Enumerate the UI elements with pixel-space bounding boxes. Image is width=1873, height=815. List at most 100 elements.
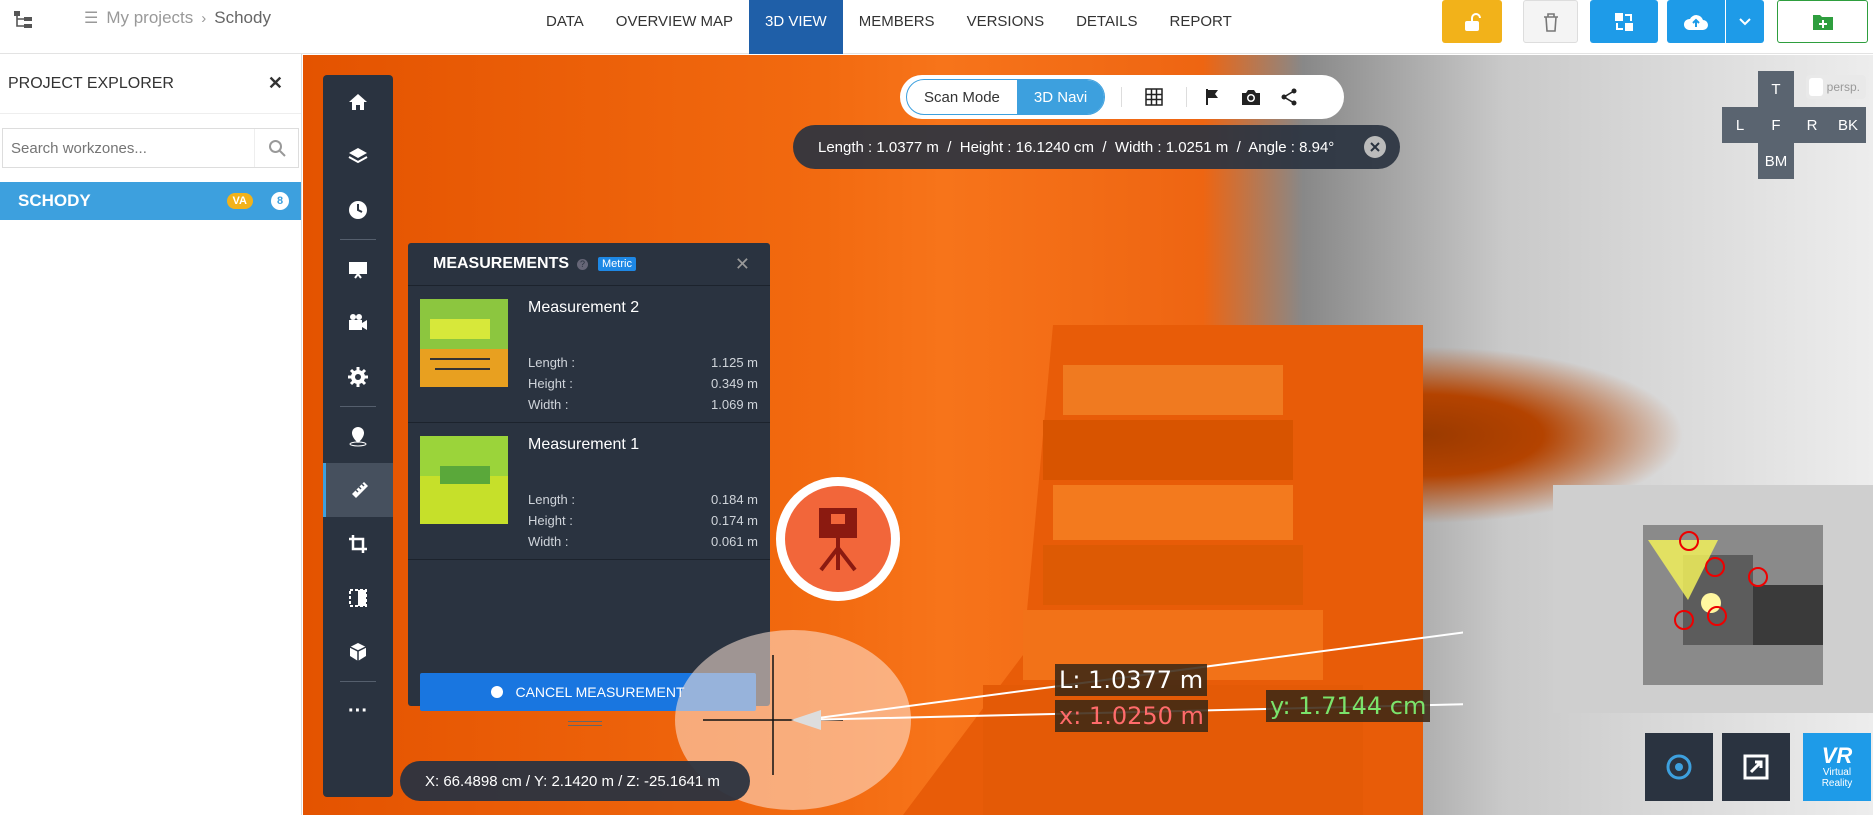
workzone-search-input[interactable] — [3, 139, 254, 157]
mode-toggle: Scan Mode 3D Navi — [906, 79, 1106, 115]
measurement-thumbnail — [420, 436, 508, 524]
vr-label: VR — [1821, 743, 1853, 768]
view-right-button[interactable]: R — [1794, 107, 1830, 143]
workzone-item-schody[interactable]: SCHODY VA 8 — [0, 182, 301, 220]
tripod-scanner-icon — [819, 508, 857, 572]
view-back-button[interactable]: BK — [1830, 107, 1866, 143]
location-pin-icon[interactable] — [323, 409, 393, 463]
breadcrumb-projects-link[interactable]: My projects — [106, 8, 193, 28]
project-explorer: PROJECT EXPLORER ✕ SCHODY VA 8 — [0, 54, 302, 815]
width-label: Width : — [528, 397, 569, 412]
workzone-count: 8 — [271, 192, 289, 210]
measurement-item[interactable]: Measurement 1 Length : 0.184 m Height : 0.… — [408, 423, 770, 560]
share-icon[interactable] — [1273, 81, 1305, 113]
flag-icon[interactable] — [1197, 81, 1229, 113]
tab-members[interactable]: MEMBERS — [843, 0, 951, 54]
orbit-icon — [1666, 754, 1692, 780]
close-icon[interactable]: ✕ — [268, 73, 283, 94]
tab-report[interactable]: REPORT — [1154, 0, 1248, 54]
viewer-toolbar: ··· — [323, 75, 393, 797]
tab-data[interactable]: DATA — [530, 0, 600, 54]
cloud-upload-icon — [1683, 14, 1708, 30]
layers-icon[interactable] — [323, 129, 393, 183]
tab-overview-map[interactable]: OVERVIEW MAP — [600, 0, 749, 54]
vr-sub-label: Reality — [1821, 778, 1853, 789]
chevron-down-icon — [1739, 17, 1751, 25]
gear-icon[interactable] — [323, 350, 393, 404]
menu-icon[interactable]: ☰ — [84, 8, 98, 28]
measurement-readout-text: Length : 1.0377 m / Height : 16.1240 cm … — [818, 138, 1335, 156]
view-mode-toolbar: Scan Mode 3D Navi — [900, 75, 1344, 119]
close-icon[interactable]: ✕ — [735, 254, 750, 275]
delete-button[interactable] — [1523, 0, 1578, 43]
close-icon[interactable] — [1364, 136, 1386, 158]
height-value: 0.349 m — [711, 376, 758, 391]
workzone-name: SCHODY — [18, 191, 91, 210]
minimap[interactable] — [1553, 485, 1873, 713]
upload-dropdown-button[interactable] — [1726, 0, 1764, 43]
add-folder-icon — [1812, 14, 1833, 30]
transfer-button[interactable] — [1590, 0, 1658, 43]
height-label: Height : — [528, 376, 573, 391]
grid-icon[interactable] — [1138, 81, 1170, 113]
measurement-name: Measurement 1 — [528, 436, 640, 453]
record-icon — [491, 686, 504, 698]
tab-3d-view[interactable]: 3D VIEW — [749, 0, 843, 54]
scan-mode-button[interactable]: Scan Mode — [907, 80, 1017, 114]
height-label: Height : — [528, 513, 573, 528]
crop-icon[interactable] — [323, 517, 393, 571]
scanner-position-marker[interactable] — [776, 477, 900, 601]
chevron-right-icon: › — [201, 9, 207, 27]
more-icon[interactable]: ··· — [323, 684, 393, 738]
help-icon[interactable]: ? — [577, 258, 589, 270]
width-value: 1.069 m — [711, 397, 758, 412]
transfer-icon — [1615, 12, 1633, 31]
presentation-icon[interactable] — [323, 242, 393, 296]
fullscreen-button[interactable] — [1722, 733, 1790, 801]
3d-navi-button[interactable]: 3D Navi — [1016, 80, 1105, 114]
workzone-search — [2, 128, 299, 168]
minimap-floorplan — [1553, 485, 1873, 713]
width-value: 0.061 m — [711, 534, 758, 549]
resize-handle[interactable] — [568, 721, 602, 726]
breadcrumb: ☰ My projects › Schody — [84, 8, 271, 28]
tab-details[interactable]: DETAILS — [1060, 0, 1153, 54]
3d-viewport[interactable]: ··· MEASUREMENTS ? Metric ✕ Measurement … — [303, 55, 1873, 815]
project-explorer-title: PROJECT EXPLORER — [8, 74, 174, 92]
perspective-toggle[interactable]: persp. — [1806, 75, 1866, 99]
view-top-button[interactable]: T — [1758, 71, 1794, 107]
x-annotation: x: 1.0250 m — [1055, 700, 1208, 732]
unlock-icon — [1465, 12, 1481, 31]
top-bar: ☰ My projects › Schody DATA OVERVIEW MAP… — [0, 0, 1873, 54]
virtual-reality-button[interactable]: VR Virtual Reality — [1803, 733, 1871, 801]
unlock-button[interactable] — [1442, 0, 1502, 43]
clock-icon[interactable] — [323, 183, 393, 237]
view-left-button[interactable]: L — [1722, 107, 1758, 143]
view-bottom-button[interactable]: BM — [1758, 143, 1794, 179]
width-label: Width : — [528, 534, 569, 549]
measurement-item[interactable]: Measurement 2 Length : 1.125 m Height : 0.… — [408, 286, 770, 423]
compare-icon[interactable] — [323, 571, 393, 625]
search-icon[interactable] — [254, 129, 298, 167]
height-value: 0.174 m — [711, 513, 758, 528]
vr-sub-label: Virtual — [1822, 767, 1852, 778]
video-camera-icon[interactable] — [323, 296, 393, 350]
upload-button[interactable] — [1667, 0, 1725, 43]
add-button[interactable] — [1777, 0, 1868, 43]
camera-icon[interactable] — [1235, 81, 1267, 113]
home-icon[interactable] — [323, 75, 393, 129]
orbit-button[interactable] — [1645, 733, 1713, 801]
cursor-coordinates: X: 66.4898 cm / Y: 2.1420 m / Z: -25.164… — [400, 761, 750, 801]
y-annotation: y: 1.7144 cm — [1266, 690, 1431, 722]
length-label: Length : — [528, 492, 575, 507]
project-tree-icon[interactable] — [12, 8, 36, 32]
cube-icon[interactable] — [323, 625, 393, 679]
main-nav: DATA OVERVIEW MAP 3D VIEW MEMBERS VERSIO… — [530, 0, 1248, 54]
measurements-title: MEASUREMENTS — [433, 255, 570, 272]
ruler-icon[interactable] — [323, 463, 393, 517]
units-badge[interactable]: Metric — [598, 257, 636, 271]
workzone-badge: VA — [226, 193, 253, 209]
view-front-button[interactable]: F — [1758, 107, 1794, 143]
length-value: 1.125 m — [711, 355, 758, 370]
tab-versions[interactable]: VERSIONS — [951, 0, 1061, 54]
